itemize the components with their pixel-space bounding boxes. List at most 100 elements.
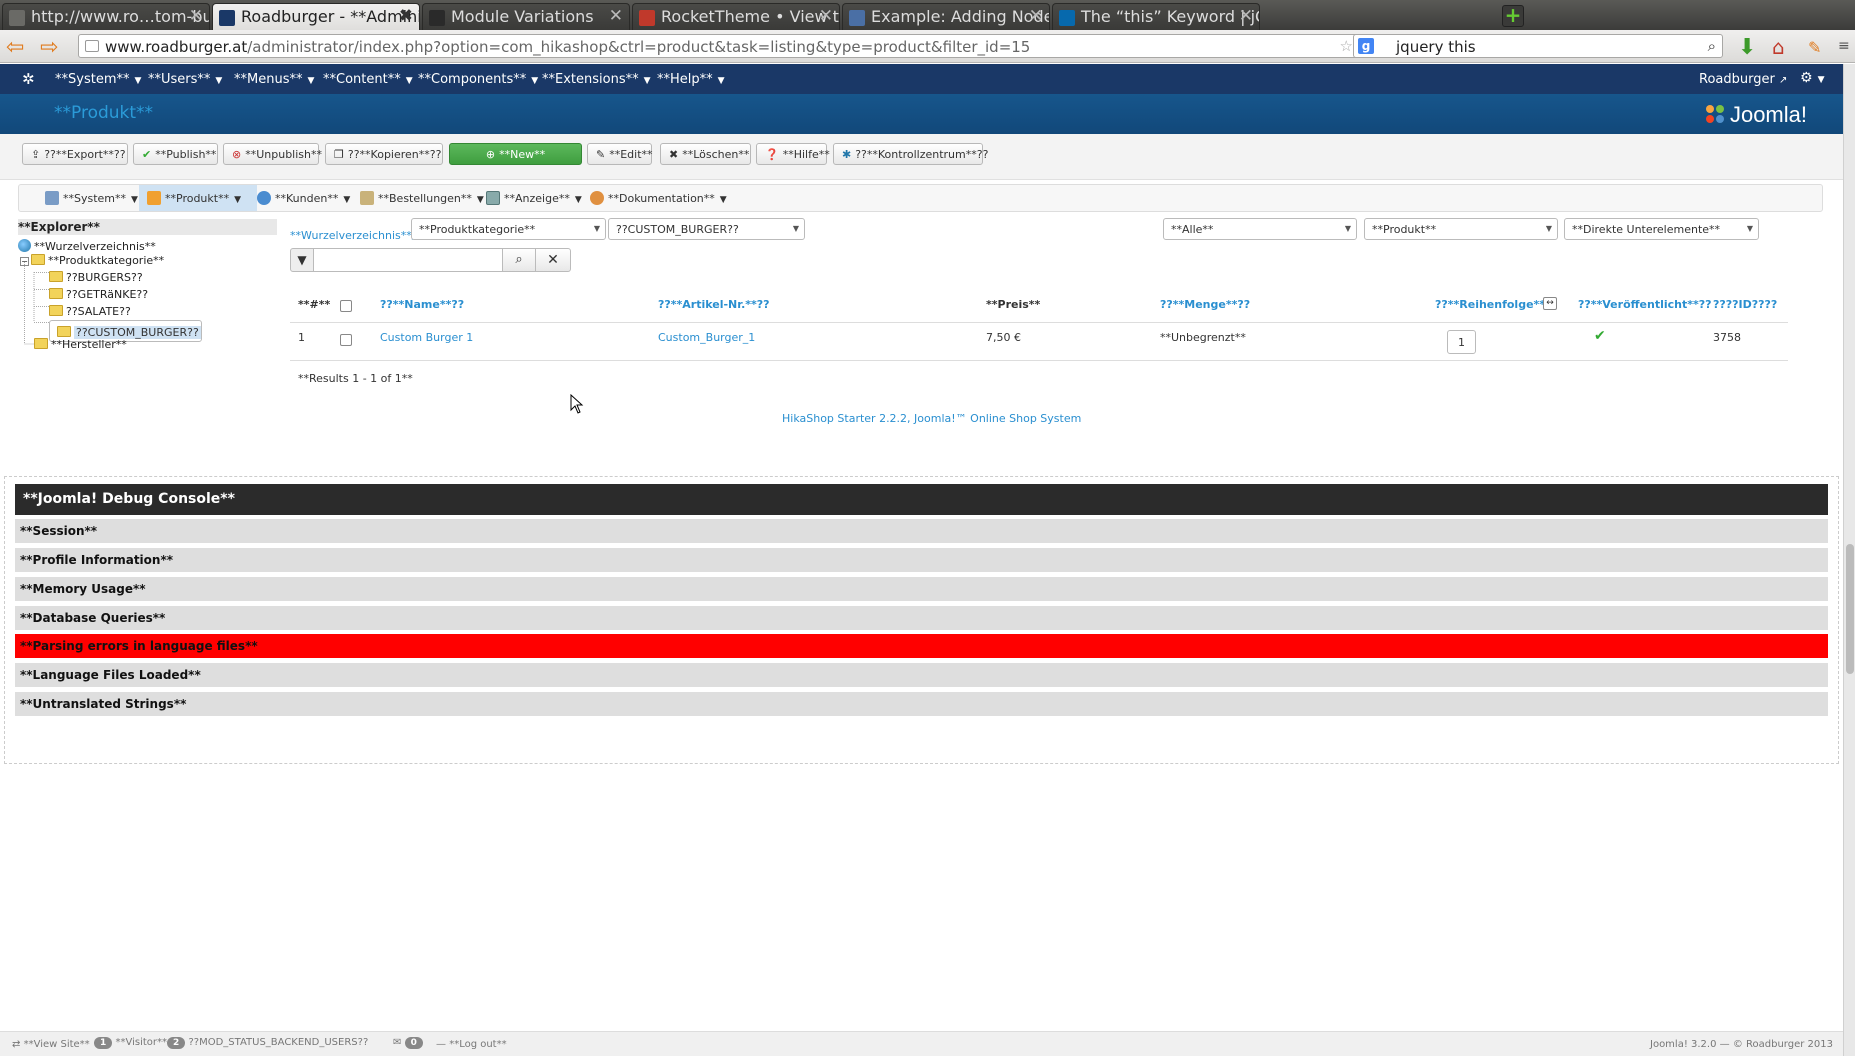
order-input[interactable]: 1: [1447, 330, 1476, 354]
menu-extensions[interactable]: **Extensions** ▼: [542, 72, 651, 87]
browser-tab[interactable]: The “this” Keyword | jQuery … ✕: [1052, 3, 1260, 30]
column-header-sku[interactable]: ??**Artikel-Nr.**??: [658, 298, 770, 311]
breadcrumb[interactable]: **Wurzelverzeichnis**/: [290, 229, 415, 242]
home-icon[interactable]: ⌂: [1772, 35, 1785, 59]
search-button[interactable]: ⌕: [502, 248, 536, 272]
scrollbar-thumb[interactable]: [1846, 544, 1854, 674]
column-header-order[interactable]: ??**Reihenfolge**??: [1435, 298, 1558, 311]
url-bar[interactable]: www.roadburger.at/administrator/index.ph…: [78, 34, 1388, 58]
edit-button[interactable]: ✎ **Edit**: [587, 143, 653, 165]
browser-tab[interactable]: http://www.ro…tom-burger-1 ✕: [2, 3, 210, 30]
debug-section-parsing-errors[interactable]: **Parsing errors in language files**: [15, 634, 1828, 658]
submenu-display[interactable]: **Anzeige** ▼: [478, 185, 590, 211]
joomla-logo-icon[interactable]: ✲: [22, 70, 35, 88]
gear-icon[interactable]: ⚙ ▼: [1800, 70, 1824, 86]
category-select[interactable]: **Produktkategorie** ▼: [411, 218, 606, 240]
submenu-customers[interactable]: **Kunden** ▼: [249, 185, 358, 211]
breadcrumb-root[interactable]: **Wurzelverzeichnis**/: [290, 229, 415, 242]
menu-users[interactable]: **Users** ▼: [148, 72, 222, 87]
button-label: **Edit**: [609, 148, 653, 161]
published-check-icon[interactable]: ✔: [1594, 328, 1606, 344]
forward-arrow-icon[interactable]: ⇨: [40, 35, 58, 60]
menu-menus[interactable]: **Menus** ▼: [234, 72, 314, 87]
tree-item-burgers[interactable]: ??BURGERS??: [49, 270, 143, 284]
control-panel-button[interactable]: ✱ ??**Kontrollzentrum**??: [833, 143, 988, 165]
submenu-product[interactable]: **Produkt** ▼: [139, 185, 257, 211]
dropdown-arrow-icon: ▼: [1545, 224, 1552, 233]
subcategory-select[interactable]: ??CUSTOM_BURGER?? ▼: [608, 218, 805, 240]
logout-link[interactable]: — **Log out**: [436, 1039, 507, 1050]
submenu-documentation[interactable]: **Dokumentation** ▼: [582, 185, 735, 211]
close-icon[interactable]: ✕: [1029, 6, 1043, 26]
debug-section-queries[interactable]: **Database Queries**: [15, 606, 1828, 630]
menu-system[interactable]: **System** ▼: [55, 72, 141, 87]
debug-section-session[interactable]: **Session**: [15, 519, 1828, 543]
view-site-link[interactable]: ⇄ **View Site**: [12, 1039, 90, 1050]
site-link[interactable]: Roadburger ↗: [1699, 72, 1787, 87]
browser-tab[interactable]: Module Variations ✕: [422, 3, 630, 30]
product-name-link[interactable]: Custom Burger 1: [380, 331, 473, 344]
caret-down-icon: ▼: [574, 195, 582, 205]
submenu-system[interactable]: **System** ▼: [37, 185, 146, 211]
browser-tab-bar: http://www.ro…tom-burger-1 ✕ Roadburger …: [0, 0, 1855, 30]
caret-down-icon: ▼: [131, 195, 138, 205]
close-icon[interactable]: ✕: [609, 6, 623, 26]
clear-button[interactable]: ✕: [535, 248, 571, 272]
debug-section-memory[interactable]: **Memory Usage**: [15, 577, 1828, 601]
column-header-published[interactable]: ??**Veröffentlicht**??: [1578, 298, 1712, 311]
bookmark-star-icon[interactable]: ☆: [1340, 37, 1353, 55]
column-header-qty[interactable]: ??**Menge**??: [1160, 298, 1250, 311]
submenu-orders[interactable]: **Bestellungen** ▼: [352, 185, 492, 211]
product-sku-link[interactable]: Custom_Burger_1: [658, 331, 755, 344]
close-icon[interactable]: ✖: [399, 6, 413, 26]
search-icon[interactable]: ⌕: [1708, 37, 1716, 55]
powered-by-link[interactable]: HikaShop Starter 2.2.2, Joomla!™ Online …: [782, 412, 1081, 425]
close-icon[interactable]: ✕: [1239, 6, 1253, 26]
menu-components[interactable]: **Components** ▼: [418, 72, 538, 87]
browser-tab-active[interactable]: Roadburger - **Administrat… ✖: [212, 3, 420, 30]
menu-help[interactable]: **Help** ▼: [657, 72, 725, 87]
delete-button[interactable]: ✖ **Löschen**: [660, 143, 751, 165]
browser-tab[interactable]: Example: Adding Node Con… ✕: [842, 3, 1050, 30]
debug-section-profile[interactable]: **Profile Information**: [15, 548, 1828, 572]
save-order-icon[interactable]: ↔: [1543, 297, 1557, 310]
search-icon: ⌕: [515, 252, 523, 267]
menu-icon[interactable]: ≡: [1838, 38, 1850, 54]
page-scrollbar[interactable]: [1843, 64, 1855, 1056]
type-filter-select[interactable]: **Produkt** ▼: [1364, 218, 1558, 240]
depth-filter-select[interactable]: **Direkte Unterelemente** ▼: [1564, 218, 1759, 240]
publish-filter-select[interactable]: **Alle** ▼: [1163, 218, 1357, 240]
tree-item-drinks[interactable]: ??GETRäNKE??: [49, 287, 148, 301]
debug-section-untranslated[interactable]: **Untranslated Strings**: [15, 692, 1828, 716]
close-icon[interactable]: ✕: [189, 6, 203, 26]
close-icon[interactable]: ✕: [819, 6, 833, 26]
select-all-checkbox[interactable]: [340, 300, 352, 312]
unpublish-button[interactable]: ⊗ **Unpublish**: [223, 143, 322, 165]
row-checkbox[interactable]: [340, 334, 352, 346]
cancel-circle-icon: ⊗: [232, 148, 242, 161]
caret-down-icon: ▼: [717, 76, 725, 86]
new-button[interactable]: ⊕ **New**: [449, 143, 582, 165]
debug-section-language-files[interactable]: **Language Files Loaded**: [15, 663, 1828, 687]
export-button[interactable]: ⇪ ??**Export**??: [22, 143, 128, 165]
joomla-logo: Joomla!: [1704, 100, 1807, 128]
google-icon[interactable]: g: [1358, 38, 1374, 54]
messages-link[interactable]: ✉ 0: [393, 1037, 423, 1049]
search-input[interactable]: [313, 248, 503, 272]
menu-label: **Users**: [148, 72, 211, 87]
copy-button[interactable]: ❐ ??**Kopieren**??: [325, 143, 443, 165]
publish-button[interactable]: ✔ **Publish**: [133, 143, 218, 165]
download-icon[interactable]: ⬇: [1738, 35, 1756, 60]
browser-tab[interactable]: RocketTheme • View topic - … ✕: [632, 3, 840, 30]
back-arrow-icon[interactable]: ⇦: [6, 35, 24, 60]
new-tab-button[interactable]: +: [1502, 5, 1524, 27]
column-header-id[interactable]: ????ID????: [1713, 298, 1777, 311]
tree-root[interactable]: **Wurzelverzeichnis**: [18, 237, 156, 253]
tree-label: ??SALATE??: [66, 305, 131, 318]
menu-content[interactable]: **Content** ▼: [323, 72, 413, 87]
tree-item-salads[interactable]: ??SALATE??: [49, 304, 131, 318]
extension-icon[interactable]: ✎: [1808, 38, 1821, 57]
browser-search-input[interactable]: g jquery this ⌕: [1353, 34, 1723, 58]
column-header-name[interactable]: ??**Name**??: [380, 298, 464, 311]
help-button[interactable]: ❓ **Hilfe**: [756, 143, 830, 165]
